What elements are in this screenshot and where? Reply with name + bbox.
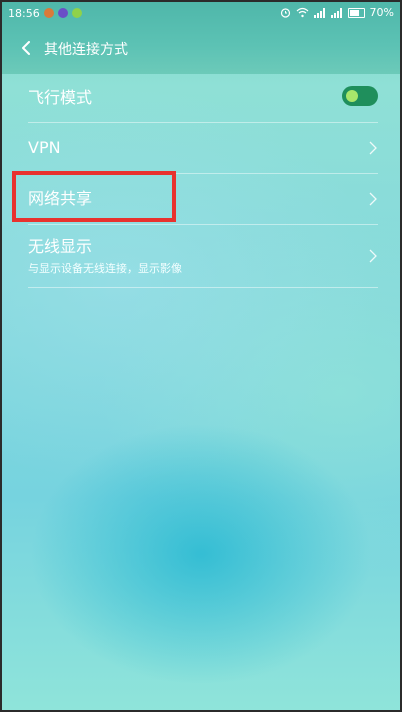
app-icon-2 <box>58 8 68 18</box>
settings-item-label: 网络共享 <box>28 189 93 208</box>
settings-item-vpn[interactable]: VPN <box>28 123 378 174</box>
status-bar: 18:56 70% <box>2 2 400 28</box>
status-time: 18:56 <box>8 7 40 20</box>
phone-screen: 18:56 70% 其他连接方式 飞行模式 VPN 网络共享 无线显示 与显示设… <box>0 0 402 712</box>
chevron-right-icon <box>369 249 377 263</box>
settings-item-label: 飞行模式 <box>28 88 93 107</box>
page-title: 其他连接方式 <box>44 42 128 58</box>
toggle-knob <box>346 90 358 102</box>
settings-list: 飞行模式 VPN 网络共享 无线显示 与显示设备无线连接，显示影像 <box>28 74 378 288</box>
signal-icon <box>313 7 325 18</box>
chevron-left-icon <box>22 41 30 55</box>
settings-item-wireless-display[interactable]: 无线显示 与显示设备无线连接，显示影像 <box>28 225 378 288</box>
settings-item-network-sharing[interactable]: 网络共享 <box>28 174 378 225</box>
alarm-icon <box>280 8 290 18</box>
app-icon-3 <box>72 8 82 18</box>
chevron-right-icon <box>369 192 377 206</box>
app-icon-1 <box>44 8 54 18</box>
settings-item-label: 无线显示 <box>28 237 93 256</box>
chevron-right-icon <box>369 141 377 155</box>
airplane-mode-toggle[interactable] <box>342 86 378 106</box>
battery-percent: 70% <box>369 6 394 19</box>
back-button[interactable] <box>14 36 38 60</box>
signal-icon-2 <box>330 7 342 18</box>
notification-icons <box>44 8 82 18</box>
settings-item-sublabel: 与显示设备无线连接，显示影像 <box>28 262 182 275</box>
battery-icon <box>347 7 365 18</box>
status-right: 70% <box>280 6 394 19</box>
title-bar: 其他连接方式 <box>2 28 400 68</box>
wifi-icon <box>296 7 308 18</box>
settings-item-label: VPN <box>28 138 61 157</box>
settings-item-airplane-mode[interactable]: 飞行模式 <box>28 74 378 123</box>
settings-item-text: 无线显示 与显示设备无线连接，显示影像 <box>28 237 182 276</box>
